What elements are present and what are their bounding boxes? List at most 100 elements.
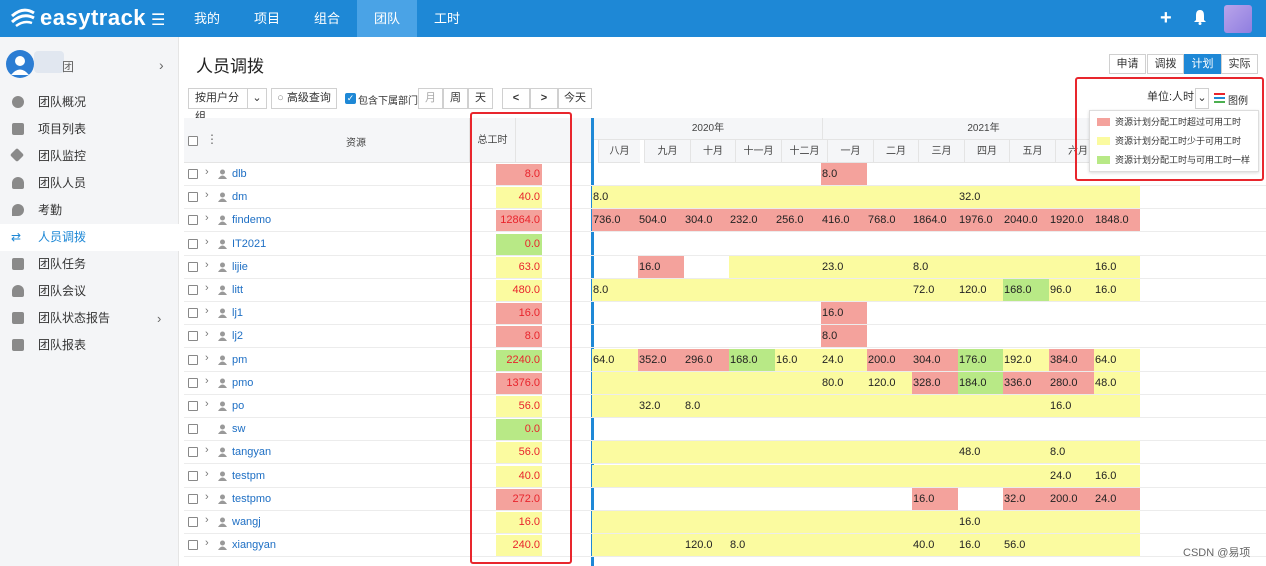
sidebar-item-attendance[interactable]: 考勤 (0, 197, 179, 224)
allocation-cell[interactable] (729, 279, 775, 301)
allocation-cell[interactable]: 168.0 (729, 348, 775, 371)
allocation-cell[interactable] (638, 464, 684, 487)
resource-name-link[interactable]: tangyan (232, 446, 271, 458)
allocation-cell[interactable] (958, 255, 1003, 278)
allocation-cell[interactable]: 736.0 (592, 209, 638, 232)
allocation-cell[interactable]: 384.0 (1049, 348, 1094, 371)
allocation-cell[interactable] (867, 395, 912, 417)
today-button[interactable]: 今天 (558, 88, 592, 109)
allocation-cell[interactable]: 200.0 (1049, 487, 1094, 510)
table-row[interactable]: sw 0.0 (184, 418, 1266, 442)
scale-day-button[interactable]: 天 (468, 88, 493, 109)
allocation-cell[interactable]: 72.0 (912, 279, 958, 301)
table-row[interactable]: › lijie 63.0 16.0 23.0 8.0 16.0 (184, 255, 1266, 279)
allocation-cell[interactable] (775, 464, 821, 487)
allocation-cell[interactable] (1003, 395, 1049, 417)
allocation-cell[interactable]: 40.0 (912, 534, 958, 557)
allocation-cell[interactable] (1003, 511, 1049, 533)
allocation-cell[interactable] (867, 464, 912, 487)
sidebar-item-project-list[interactable]: 项目列表 (0, 116, 179, 143)
resource-name-link[interactable]: dlb (232, 168, 247, 180)
tab-transfer[interactable]: 调拨 (1147, 54, 1184, 74)
allocation-cell[interactable]: 256.0 (775, 209, 821, 232)
expand-chevron-icon[interactable]: › (205, 398, 209, 410)
row-checkbox[interactable] (188, 261, 198, 272)
resource-name-link[interactable]: sw (232, 423, 245, 435)
row-checkbox[interactable] (188, 192, 198, 203)
allocation-cell[interactable] (638, 279, 684, 301)
allocation-cell[interactable] (729, 441, 775, 464)
chevron-down-icon[interactable]: ⌄ (247, 88, 267, 109)
table-row[interactable]: › findemo 12864.0 736.0 504.0 304.0 232.0 256.0… (184, 209, 1266, 233)
allocation-cell[interactable]: 24.0 (1049, 464, 1094, 487)
resource-name-link[interactable]: testpmo (232, 493, 271, 505)
row-checkbox[interactable] (188, 331, 198, 342)
table-row[interactable]: › po 56.0 32.0 8.0 16.0 (184, 395, 1266, 418)
allocation-cell[interactable]: 304.0 (684, 209, 729, 232)
table-row[interactable]: › xiangyan 240.0 120.0 8.0 40.0 16.0 56.0 (184, 534, 1266, 558)
allocation-cell[interactable] (638, 534, 684, 557)
allocation-cell[interactable]: 2040.0 (1003, 209, 1049, 232)
allocation-cell[interactable] (867, 186, 912, 209)
allocation-cell[interactable] (638, 371, 684, 394)
allocation-cell[interactable] (775, 395, 821, 417)
row-checkbox[interactable] (188, 238, 198, 249)
expand-chevron-icon[interactable]: › (205, 491, 209, 503)
resource-name-link[interactable]: litt (232, 284, 243, 296)
scale-week-button[interactable]: 周 (443, 88, 468, 109)
allocation-cell[interactable] (684, 464, 729, 487)
row-checkbox[interactable] (188, 447, 198, 458)
topnav-team[interactable]: 团队 (357, 0, 417, 37)
allocation-cell[interactable]: 280.0 (1049, 371, 1094, 394)
allocation-cell[interactable]: 56.0 (1003, 534, 1049, 557)
tab-plan[interactable]: 计划 (1184, 54, 1221, 74)
allocation-cell[interactable]: 23.0 (821, 255, 867, 278)
allocation-cell[interactable] (912, 464, 958, 487)
expand-chevron-icon[interactable]: › (205, 468, 209, 480)
include-sub-checkbox[interactable]: ✓ (345, 93, 356, 104)
allocation-cell[interactable]: 328.0 (912, 371, 958, 394)
allocation-cell[interactable] (592, 464, 638, 487)
expand-chevron-icon[interactable]: › (205, 537, 209, 549)
tab-actual[interactable]: 实际 (1221, 54, 1258, 74)
allocation-cell[interactable]: 176.0 (958, 348, 1003, 371)
allocation-cell[interactable] (958, 395, 1003, 417)
allocation-cell[interactable] (729, 464, 775, 487)
sidebar-item-team-meetings[interactable]: 团队会议 (0, 278, 179, 305)
allocation-cell[interactable]: 416.0 (821, 209, 867, 232)
allocation-cell[interactable]: 16.0 (912, 487, 958, 510)
allocation-cell[interactable] (867, 534, 912, 557)
allocation-cell[interactable] (775, 279, 821, 301)
allocation-cell[interactable] (592, 441, 638, 464)
allocation-cell[interactable] (729, 186, 775, 209)
allocation-cell[interactable]: 16.0 (821, 302, 867, 325)
allocation-cell[interactable]: 1864.0 (912, 209, 958, 232)
allocation-cell[interactable]: 64.0 (592, 348, 638, 371)
allocation-cell[interactable]: 168.0 (1003, 279, 1049, 301)
allocation-cell[interactable] (958, 464, 1003, 487)
allocation-cell[interactable]: 336.0 (1003, 371, 1049, 394)
row-checkbox[interactable] (188, 493, 198, 504)
table-row[interactable]: › lj2 8.0 8.0 (184, 325, 1266, 349)
allocation-cell[interactable] (684, 279, 729, 301)
allocation-cell[interactable]: 16.0 (1094, 464, 1140, 487)
allocation-cell[interactable] (1049, 186, 1094, 209)
allocation-cell[interactable] (1094, 441, 1140, 464)
allocation-cell[interactable]: 48.0 (958, 441, 1003, 464)
allocation-cell[interactable] (1003, 255, 1049, 278)
expand-chevron-icon[interactable]: › (205, 236, 209, 248)
allocation-cell[interactable] (1049, 534, 1094, 557)
resource-name-link[interactable]: testpm (232, 470, 265, 482)
expand-chevron-icon[interactable]: › (205, 282, 209, 294)
team-switch-chevron-icon[interactable]: › (159, 57, 164, 73)
allocation-cell[interactable] (821, 186, 867, 209)
allocation-cell[interactable] (775, 534, 821, 557)
allocation-cell[interactable]: 24.0 (1094, 487, 1140, 510)
allocation-cell[interactable] (592, 534, 638, 557)
allocation-cell[interactable]: 80.0 (821, 371, 867, 394)
allocation-cell[interactable]: 200.0 (867, 348, 912, 371)
allocation-cell[interactable]: 24.0 (821, 348, 867, 371)
allocation-cell[interactable] (775, 441, 821, 464)
group-by-select[interactable]: 按用户分组 (188, 88, 248, 123)
sidebar-item-team-reports[interactable]: 团队报表 (0, 332, 179, 359)
